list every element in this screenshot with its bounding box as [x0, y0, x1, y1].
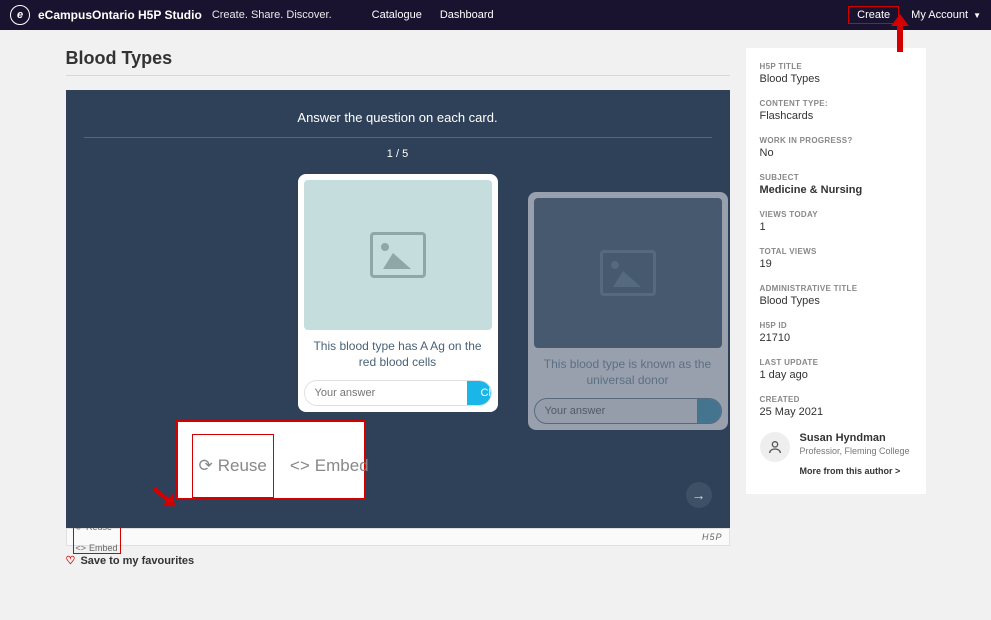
brand-title: eCampusOntario H5P Studio [38, 8, 202, 22]
h5p-brand-label: H5P [702, 532, 723, 542]
image-placeholder-icon [370, 232, 426, 278]
nav-my-account[interactable]: My Account ▼ [911, 9, 981, 21]
answer-input-preview [535, 399, 697, 423]
annotation-arrow-create [897, 24, 903, 52]
meta-label-admin-title: ADMINISTRATIVE TITLE [760, 284, 912, 293]
annotation-callout-reuse-embed: ⟳ Reuse <> Embed [176, 420, 366, 500]
author-more-link[interactable]: More from this author > [800, 466, 910, 476]
embed-icon: <> [76, 543, 87, 553]
metadata-sidebar: H5P TITLE Blood Types CONTENT TYPE: Flas… [746, 48, 926, 494]
top-navbar: e eCampusOntario H5P Studio Create. Shar… [0, 0, 991, 30]
next-card-button[interactable]: → [686, 482, 712, 508]
check-button[interactable]: Check [467, 381, 492, 405]
image-placeholder-icon [600, 250, 656, 296]
answer-input[interactable] [305, 381, 467, 405]
meta-h5p-id: 21710 [760, 332, 912, 344]
logo-icon: e [10, 5, 30, 25]
meta-label-last-update: LAST UPDATE [760, 358, 912, 367]
h5p-footer-bar: ⟳ Reuse <> Embed H5P [66, 528, 730, 546]
meta-wip: No [760, 147, 912, 159]
card-image-placeholder [304, 180, 492, 330]
meta-label-h5p-id: H5P ID [760, 321, 912, 330]
meta-content-type: Flashcards [760, 110, 912, 122]
author-name: Susan Hyndman [800, 432, 910, 444]
meta-label-total-views: TOTAL VIEWS [760, 247, 912, 256]
card-question-preview: This blood type is known as the universa… [534, 348, 722, 398]
brand-tagline: Create. Share. Discover. [212, 9, 332, 21]
reuse-icon: ⟳ [199, 456, 213, 476]
h5p-frame: Answer the question on each card. 1 / 5 … [66, 90, 730, 528]
nav-my-account-label: My Account [911, 9, 968, 21]
card-question: This blood type has A Ag on the red bloo… [304, 330, 492, 380]
check-button-preview [697, 399, 722, 423]
meta-last-update: 1 day ago [760, 369, 912, 381]
user-icon [767, 439, 783, 455]
embed-icon: <> [290, 456, 310, 476]
nav-catalogue[interactable]: Catalogue [372, 9, 422, 21]
meta-label-views-today: VIEWS TODAY [760, 210, 912, 219]
nav-dashboard[interactable]: Dashboard [440, 9, 494, 21]
meta-admin-title: Blood Types [760, 295, 912, 307]
save-favourite[interactable]: ♡ Save to my favourites [66, 554, 730, 567]
meta-created: 25 May 2021 [760, 406, 912, 418]
h5p-instruction: Answer the question on each card. [66, 104, 730, 137]
page-title: Blood Types [66, 48, 730, 76]
meta-label-content-type: CONTENT TYPE: [760, 99, 912, 108]
meta-total-views: 19 [760, 258, 912, 270]
meta-label-h5p-title: H5P TITLE [760, 62, 912, 71]
flashcard-current: This blood type has A Ag on the red bloo… [298, 174, 498, 412]
card-image-placeholder [534, 198, 722, 348]
callout-reuse: ⟳ Reuse [192, 434, 274, 498]
save-favourite-label: Save to my favourites [80, 555, 194, 567]
flashcard-next: This blood type is known as the universa… [528, 192, 728, 430]
meta-subject: Medicine & Nursing [760, 184, 912, 196]
author-role: Professior, Fleming College [800, 446, 910, 456]
h5p-progress: 1 / 5 [66, 148, 730, 160]
author-avatar [760, 432, 790, 462]
meta-label-wip: WORK IN PROGRESS? [760, 136, 912, 145]
footer-embed-button[interactable]: <> Embed [76, 543, 118, 553]
meta-label-subject: SUBJECT [760, 173, 912, 182]
heart-icon: ♡ [66, 555, 76, 567]
meta-views-today: 1 [760, 221, 912, 233]
caret-down-icon: ▼ [973, 11, 981, 20]
meta-h5p-title: Blood Types [760, 73, 912, 85]
meta-label-created: CREATED [760, 395, 912, 404]
callout-embed: <> Embed [290, 434, 369, 498]
